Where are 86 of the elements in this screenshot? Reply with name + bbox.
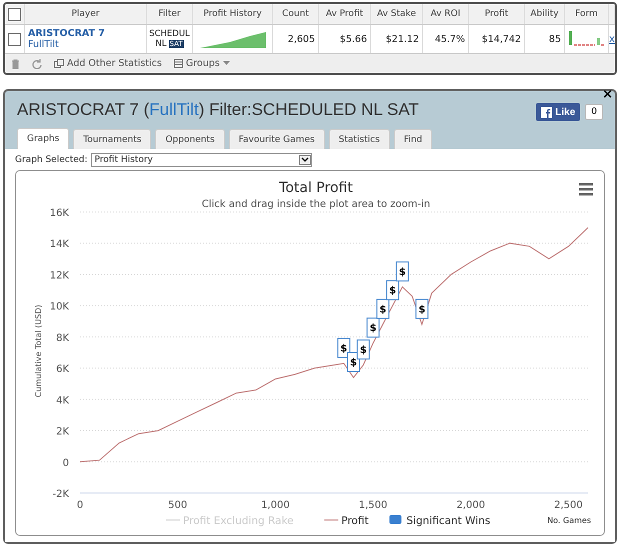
annotation: $ bbox=[340, 343, 348, 354]
y-tick-label: 2K bbox=[56, 426, 69, 438]
legend-label: Profit bbox=[341, 515, 369, 527]
chart-subtitle: Click and drag inside the plot area to zoom-in bbox=[202, 199, 430, 210]
sparkline-chart bbox=[200, 30, 266, 48]
remove-link[interactable]: x bbox=[609, 34, 615, 44]
close-icon[interactable]: × bbox=[602, 87, 613, 102]
significant-win-flag[interactable]: $ bbox=[386, 280, 400, 300]
filter-text: NL bbox=[155, 39, 166, 49]
y-axis-label: Cumulative Total (USD) bbox=[34, 304, 43, 398]
x-axis-label: No. Games bbox=[547, 516, 591, 525]
header-background bbox=[609, 4, 615, 24]
tab[interactable]: Tournaments bbox=[73, 129, 152, 149]
x-tick-label: 1,500 bbox=[358, 500, 388, 511]
tab[interactable]: Find bbox=[394, 129, 432, 149]
caret-icon bbox=[222, 61, 230, 66]
column-header[interactable]: Profit bbox=[469, 4, 525, 24]
column-header[interactable]: Av Stake bbox=[371, 4, 423, 24]
column-header[interactable]: Filter bbox=[147, 4, 193, 24]
like-count: 0 bbox=[585, 104, 603, 120]
y-tick-label: 12K bbox=[50, 270, 69, 282]
y-tick-label: 8K bbox=[56, 332, 69, 344]
column-header[interactable]: Form bbox=[565, 4, 609, 24]
annotation: $ bbox=[370, 323, 377, 334]
column-header[interactable]: Av ROI bbox=[423, 4, 469, 24]
y-tick-label: 16K bbox=[50, 208, 69, 219]
significant-win-flag[interactable]: $ bbox=[356, 340, 370, 360]
y-tick-label: -2K bbox=[52, 489, 69, 500]
significant-win-flag[interactable]: $ bbox=[347, 352, 360, 372]
x-tick-label: 2,000 bbox=[456, 500, 486, 511]
refresh-icon[interactable] bbox=[32, 58, 42, 68]
column-header[interactable]: Player bbox=[25, 4, 147, 24]
column-header[interactable]: Profit History bbox=[193, 4, 273, 24]
annotation: $ bbox=[350, 357, 358, 368]
windows-icon bbox=[54, 59, 64, 68]
graph-select-label: Graph Selected: bbox=[15, 155, 88, 165]
significant-win-flag[interactable]: $ bbox=[396, 261, 409, 282]
groups-button[interactable]: Groups bbox=[174, 58, 230, 69]
graph-select[interactable]: Profit History bbox=[90, 153, 312, 167]
trash-icon[interactable] bbox=[11, 58, 20, 68]
significant-win-flag[interactable]: $ bbox=[376, 298, 390, 319]
row-checkbox[interactable] bbox=[8, 32, 21, 46]
y-tick-label: 10K bbox=[50, 302, 69, 313]
tab[interactable]: Favourite Games bbox=[228, 129, 325, 149]
annotation: $ bbox=[418, 304, 426, 316]
x-tick-label: 0 bbox=[76, 500, 84, 511]
av-roi-cell: 45.7% bbox=[434, 34, 465, 44]
significant-win-flag[interactable]: $ bbox=[337, 338, 350, 358]
tab[interactable]: Graphs bbox=[17, 128, 70, 149]
column-header[interactable]: Ability bbox=[525, 4, 565, 24]
annotation: $ bbox=[398, 266, 406, 278]
dropdown-icon[interactable] bbox=[298, 155, 311, 165]
profit-cell: $14,742 bbox=[482, 34, 521, 44]
significant-win-flag[interactable]: $ bbox=[366, 318, 380, 338]
legend-item[interactable]: Profit bbox=[324, 515, 369, 527]
site-name[interactable]: FullTilt bbox=[28, 39, 59, 50]
chart-title: Total Profit bbox=[279, 180, 353, 196]
column-header[interactable]: Av Profit bbox=[319, 4, 371, 24]
filter-text: SCHEDUL bbox=[149, 29, 190, 39]
x-tick-label: 1,000 bbox=[261, 500, 290, 511]
annotation: $ bbox=[389, 286, 396, 297]
tab[interactable]: Opponents bbox=[155, 129, 225, 149]
tab[interactable]: Statistics bbox=[328, 129, 390, 149]
ability-cell: 85 bbox=[548, 34, 561, 44]
annotation: $ bbox=[379, 304, 386, 316]
logo-icon bbox=[541, 106, 552, 118]
y-tick-label: 6K bbox=[56, 364, 69, 376]
count-cell: 2,605 bbox=[288, 34, 315, 44]
menu-icon[interactable] bbox=[579, 183, 593, 196]
x-tick-label: 500 bbox=[168, 500, 188, 511]
add-statistics-button[interactable]: Add Other Statistics bbox=[54, 58, 162, 69]
panel-title: ARISTOCRAT 7 (FullTilt) Filter:SCHEDULED NL SAT bbox=[17, 100, 419, 120]
y-tick-label: 0 bbox=[62, 458, 69, 469]
av-profit-cell: $5.66 bbox=[340, 34, 367, 44]
annotation: $ bbox=[360, 344, 367, 356]
y-tick-label: 14K bbox=[50, 239, 69, 250]
column-header[interactable]: Count bbox=[273, 4, 319, 24]
player-name[interactable]: ARISTOCRAT 7 bbox=[28, 28, 105, 39]
list-icon bbox=[174, 59, 183, 68]
significant-win-flag[interactable]: $ bbox=[415, 298, 428, 319]
y-tick-label: 4K bbox=[56, 395, 69, 406]
x-tick-label: 2,500 bbox=[554, 500, 583, 511]
like-button[interactable]: Like bbox=[536, 103, 580, 121]
select-all-checkbox[interactable] bbox=[8, 8, 21, 20]
legend-item[interactable]: Significant Wins bbox=[389, 515, 490, 527]
av-stake-cell: $21.12 bbox=[386, 34, 419, 44]
